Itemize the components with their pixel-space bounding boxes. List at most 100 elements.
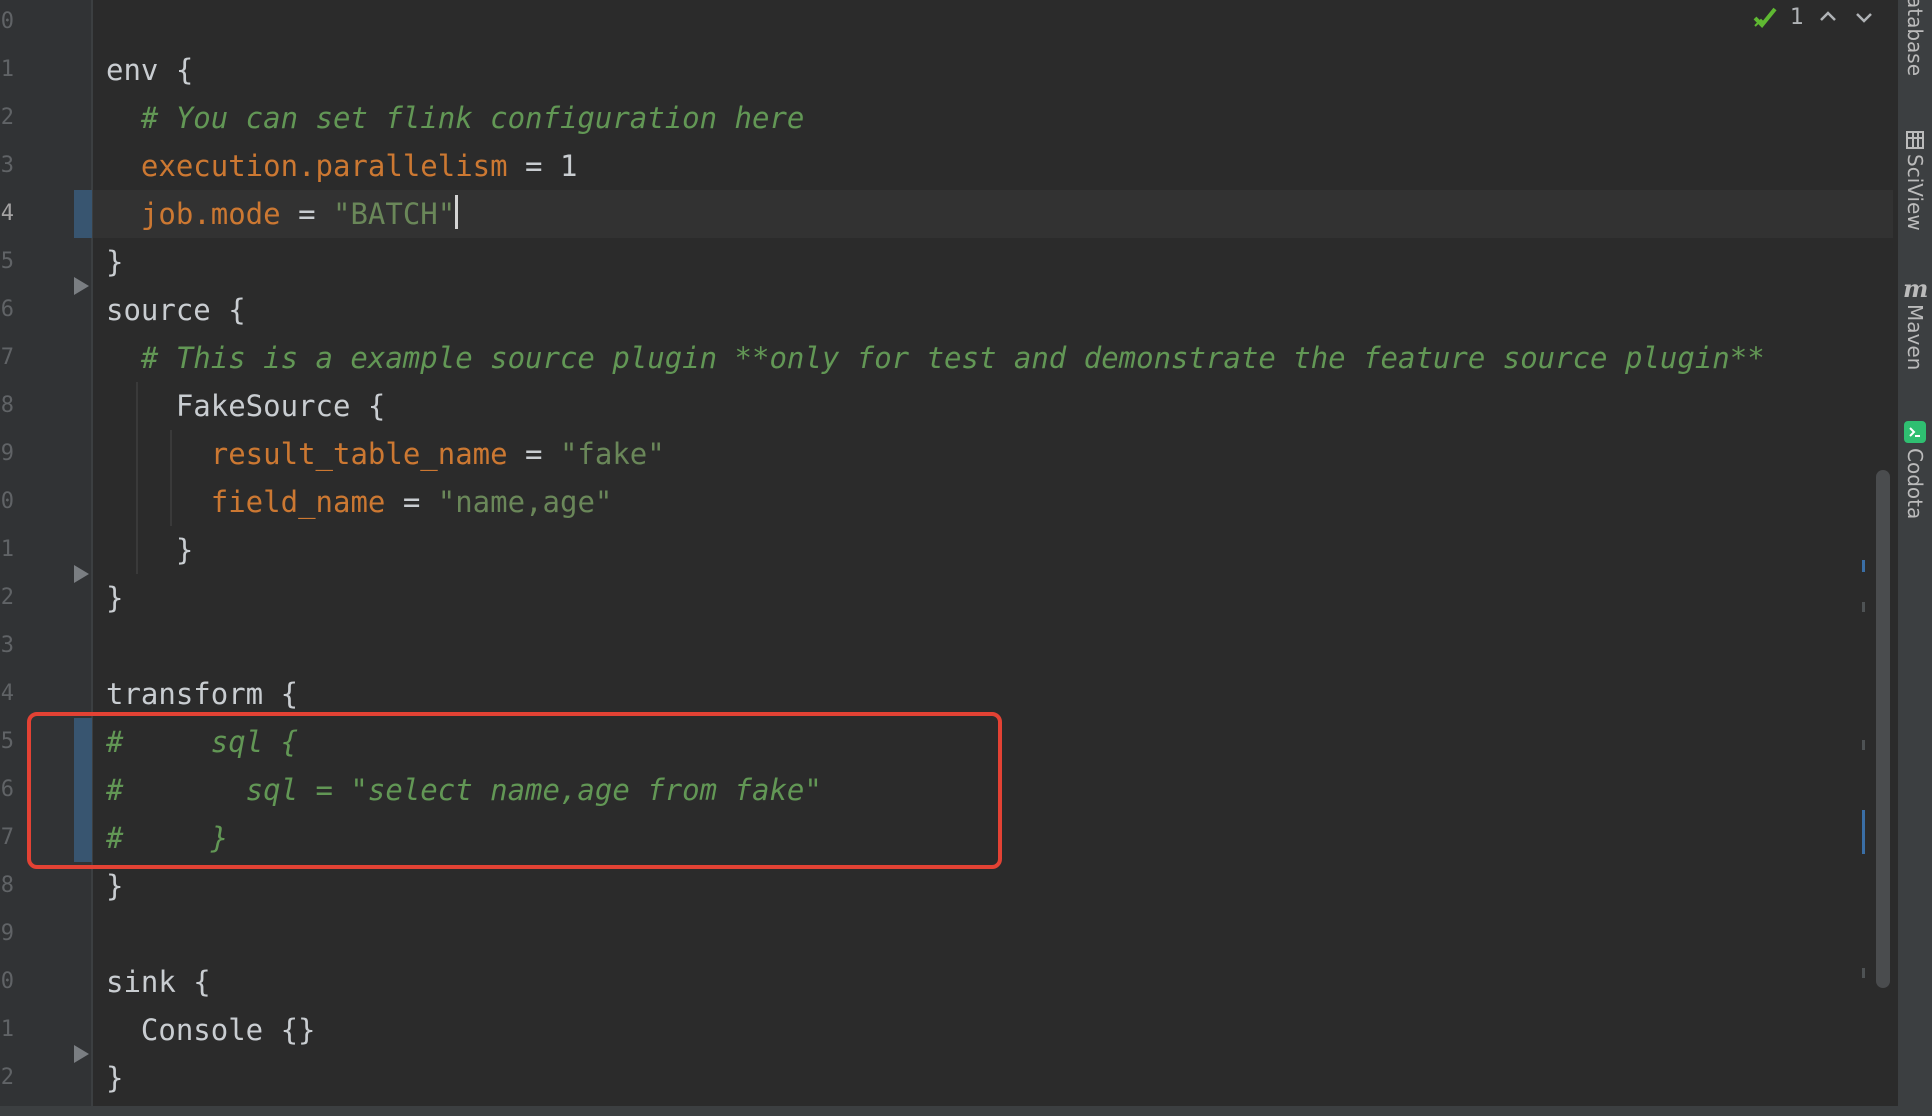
inspection-widget[interactable]: 1 <box>1752 0 1876 34</box>
code-line[interactable]: } <box>106 238 1765 286</box>
code-line[interactable] <box>106 910 1765 958</box>
fold-arrow-icon[interactable] <box>74 565 89 583</box>
code-token: field_name <box>210 485 386 519</box>
code-line[interactable]: execution.parallelism = 1 <box>106 142 1765 190</box>
code-editor[interactable]: 0 1 2 3 4 5 6 7 8 9 0 1 2 3 4 5 6 7 8 9 0 1 2 env { # You can … <box>0 0 1932 1116</box>
code-line[interactable]: source { <box>106 286 1765 334</box>
tool-window-database[interactable]: atabase <box>1898 0 1932 76</box>
code-line[interactable]: job.mode = "BATCH" <box>106 190 1765 238</box>
scroll-marker[interactable] <box>1862 560 1865 572</box>
line-number: 3 <box>0 633 14 658</box>
check-icon <box>1753 7 1777 28</box>
code-line[interactable]: sink { <box>106 958 1765 1006</box>
code-content[interactable]: env { # You can set flink configuration … <box>106 46 1765 1102</box>
tool-window-maven[interactable]: m Maven <box>1898 278 1932 370</box>
code-token: } <box>106 581 124 615</box>
code-token: source { <box>106 293 246 327</box>
vertical-scrollbar-thumb[interactable] <box>1876 470 1890 988</box>
line-number: 6 <box>0 777 14 802</box>
code-line[interactable]: } <box>106 526 1765 574</box>
code-line[interactable]: env { <box>106 46 1765 94</box>
line-number: 4 <box>0 681 14 706</box>
code-token: "fake" <box>559 437 665 471</box>
line-number: 8 <box>0 873 14 898</box>
code-token: transform { <box>106 677 299 711</box>
code-line[interactable]: FakeSource { <box>106 382 1765 430</box>
line-number: 0 <box>0 969 14 994</box>
code-token: # You can set flink configuration here <box>106 101 805 135</box>
line-number: 1 <box>0 537 14 562</box>
code-token: } <box>106 1061 124 1095</box>
sciview-icon <box>1906 131 1924 149</box>
line-number: 6 <box>0 297 14 322</box>
code-token: sink { <box>106 965 211 999</box>
tool-window-sciview[interactable]: SciView <box>1898 130 1932 231</box>
scroll-marker[interactable] <box>1862 602 1865 612</box>
codota-icon <box>1904 421 1926 443</box>
line-number: 5 <box>0 249 14 274</box>
line-number: 4 <box>0 201 14 226</box>
tool-window-label: Maven <box>1903 304 1927 371</box>
chevron-up-icon[interactable] <box>1816 5 1840 29</box>
code-token: = 1 <box>507 149 578 183</box>
line-number: 9 <box>0 921 14 946</box>
code-line[interactable]: # You can set flink configuration here <box>106 94 1765 142</box>
maven-icon: m <box>1903 278 1928 300</box>
code-line[interactable]: field_name = "name,age" <box>106 478 1765 526</box>
code-line[interactable]: result_table_name = "fake" <box>106 430 1765 478</box>
line-number: 2 <box>0 1065 14 1090</box>
line-number: 3 <box>0 153 14 178</box>
code-token: job.mode <box>140 197 281 231</box>
scroll-marker[interactable] <box>1862 968 1865 978</box>
code-token: } <box>106 869 124 903</box>
code-token: = <box>507 437 560 471</box>
code-line[interactable]: transform { <box>106 670 1765 718</box>
line-number: 7 <box>0 825 14 850</box>
code-line[interactable]: Console {} <box>106 1006 1765 1054</box>
inspection-count: 1 <box>1790 4 1804 30</box>
code-token: "BATCH" <box>333 197 456 231</box>
scroll-marker[interactable] <box>1862 810 1865 854</box>
code-line[interactable]: } <box>106 574 1765 622</box>
tool-window-label: atabase <box>1903 0 1927 77</box>
chevron-down-icon[interactable] <box>1852 5 1876 29</box>
line-number: 8 <box>0 393 14 418</box>
svg-text:m: m <box>1903 278 1928 300</box>
fold-arrow-icon[interactable] <box>74 1045 89 1063</box>
code-token: result_table_name <box>210 437 508 471</box>
tool-window-label: SciView <box>1903 154 1927 231</box>
code-line[interactable]: } <box>106 862 1765 910</box>
line-number: 1 <box>0 1017 14 1042</box>
line-number: 1 <box>0 57 14 82</box>
line-number: 5 <box>0 729 14 754</box>
line-number: 9 <box>0 441 14 466</box>
code-token: # This is a example source plugin **only… <box>106 341 1765 375</box>
code-token: = <box>385 485 438 519</box>
bottom-status-edge <box>0 1106 1932 1116</box>
code-line[interactable]: } <box>106 1054 1765 1102</box>
code-token: } <box>106 245 124 279</box>
line-number: 0 <box>0 489 14 514</box>
code-token: Console {} <box>106 1013 316 1047</box>
fold-arrow-icon[interactable] <box>74 277 89 295</box>
tool-window-codota[interactable]: Codota <box>1898 420 1932 519</box>
code-token: execution.parallelism <box>140 149 508 183</box>
tool-window-label: Codota <box>1903 448 1927 520</box>
code-line[interactable] <box>106 622 1765 670</box>
scroll-marker[interactable] <box>1862 740 1865 750</box>
gutter-divider <box>91 0 93 1106</box>
code-line[interactable]: # This is a example source plugin **only… <box>106 334 1765 382</box>
code-token: } <box>106 533 194 567</box>
code-token: = <box>280 197 333 231</box>
code-token: FakeSource { <box>106 389 386 423</box>
text-caret <box>455 195 459 229</box>
code-token: env { <box>106 53 194 87</box>
line-number: 2 <box>0 585 14 610</box>
annotation-highlight-box <box>27 712 1002 869</box>
change-marker[interactable] <box>74 190 92 238</box>
line-number: 0 <box>0 9 14 34</box>
